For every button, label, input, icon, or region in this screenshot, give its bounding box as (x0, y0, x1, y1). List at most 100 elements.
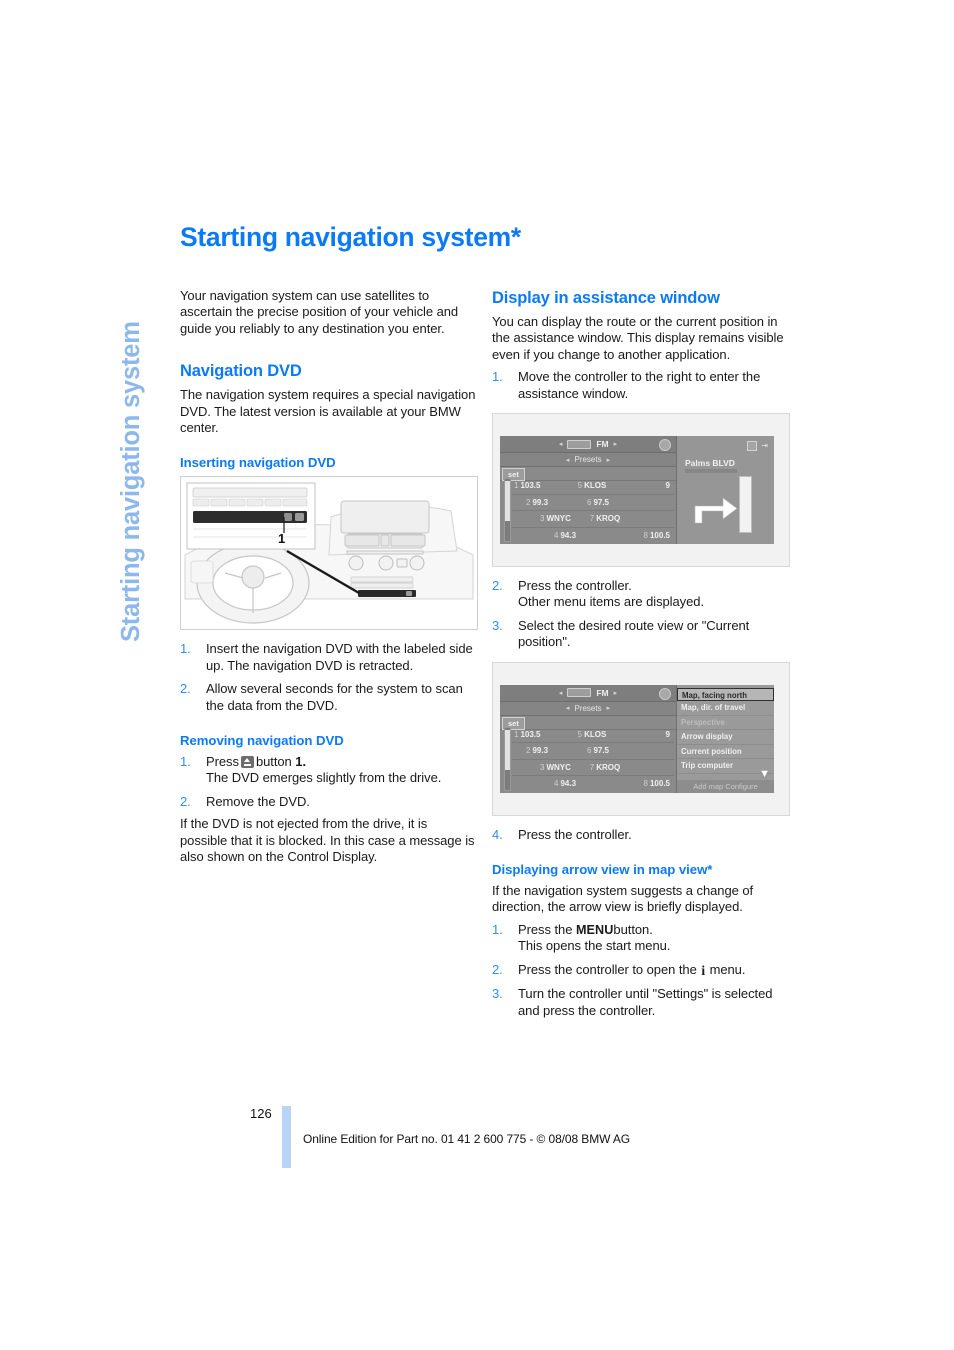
scrollbar[interactable] (504, 726, 511, 791)
menu-footer-label: Add map Configure (677, 779, 774, 793)
figure-callout-1: 1 (278, 531, 286, 547)
preset-list: 1 103.5 5 KLOS 9 2 99.3 6 97.5 3 WNYC 7 KROQ (512, 727, 674, 792)
removing-dvd-heading: Removing navigation DVD (180, 733, 344, 749)
assistance-street-name: Palms BLVD (685, 458, 735, 469)
inserting-dvd-heading: Inserting navigation DVD (180, 455, 336, 471)
preset-cell[interactable]: 7 KROQ (583, 763, 626, 772)
scrollbar-thumb[interactable] (505, 481, 510, 522)
presets-label: Presets (574, 455, 602, 465)
step-text: Press the controller. (518, 826, 632, 842)
preset-cell[interactable]: 1 103.5 (512, 730, 566, 739)
assistance-window-body: You can display the route or the current… (492, 314, 784, 362)
preset-cell[interactable]: 6 97.5 (574, 498, 622, 507)
scrollbar[interactable] (504, 478, 511, 543)
preset-cell[interactable]: 8 100.5 (612, 779, 674, 788)
preset-cell[interactable]: 5 KLOS (566, 481, 618, 490)
list-item: 1. Press the MENUbutton. This opens the … (492, 922, 788, 955)
menu-button-label: MENU (575, 922, 614, 937)
arrow-view-body: If the navigation system suggests a chan… (492, 883, 754, 915)
preset-list: 1 103.5 5 KLOS 9 2 99.3 6 97.5 3 WNYC 7 KROQ (512, 478, 674, 543)
left-arrow-icon: ◂ (565, 705, 570, 713)
preset-cell[interactable]: 5 KLOS (566, 730, 618, 739)
route-view-menu: Map, facing north Map, dir. of travel Pe… (676, 684, 774, 793)
navigation-dvd-heading: Navigation DVD (180, 362, 302, 381)
step-number: 2. (180, 793, 191, 809)
dashboard-figure: 1 XXXXXXXXX (180, 476, 478, 631)
preset-cell[interactable]: 6 97.5 (574, 746, 622, 755)
preset-cell[interactable]: 3 WNYC (512, 514, 583, 523)
right-arrow-icon: ▸ (613, 689, 618, 697)
band-chip-icon (567, 439, 592, 449)
menu-item-current-position[interactable]: Current position (677, 745, 774, 760)
window-icon (747, 441, 758, 452)
preset-cell-spacer: 9 (665, 729, 670, 739)
preset-cell[interactable]: 4 94.3 (512, 531, 612, 540)
step-text-callout: 1. (295, 754, 307, 770)
step-text: Remove the DVD. (206, 793, 310, 809)
arrow-right-icon: ⇥ (761, 441, 768, 451)
table-row[interactable]: 4 94.3 8 100.5 (512, 776, 674, 792)
step-number: 1. (492, 369, 503, 385)
step-number: 1. (180, 641, 191, 657)
preset-cell[interactable]: 4 94.3 (512, 779, 612, 788)
step-number: 2. (492, 578, 503, 594)
preset-cell[interactable]: 1 103.5 (512, 481, 566, 490)
menu-item-map-facing-north[interactable]: Map, facing north (677, 687, 774, 702)
assistance-steps-group-2: 2. Press the controller. Other menu item… (492, 578, 788, 651)
menu-item-map-dir-of-travel[interactable]: Map, dir. of travel (677, 701, 774, 716)
step-subtext: The DVD emerges slightly from the drive. (206, 770, 442, 786)
running-head: Starting navigation system (108, 252, 154, 642)
step-text: Select the desired route view or "Curren… (518, 617, 750, 650)
right-arrow-icon: ▸ (606, 456, 611, 464)
step-number: 1. (492, 921, 503, 937)
removing-dvd-note: If the DVD is not ejected from the drive… (180, 816, 475, 865)
step-text-pre: Press the (518, 921, 573, 937)
table-row[interactable]: 2 99.3 6 97.5 (512, 743, 674, 760)
info-icon: i (701, 962, 706, 978)
preset-cell[interactable]: 2 99.3 (512, 498, 574, 507)
dashboard-illustration (181, 477, 477, 630)
table-row[interactable]: 4 94.3 8 100.5 (512, 528, 674, 544)
step-text: Turn the controller until "Settings" is … (518, 986, 773, 1018)
radio-topbar: ◂ FM ▸ (500, 684, 676, 702)
page-title: Starting navigation system* (180, 222, 521, 252)
step-number: 2. (180, 681, 191, 697)
lock-icon (659, 687, 671, 700)
chevron-down-icon[interactable]: ▼ (759, 768, 770, 779)
preset-cell[interactable]: 3 WNYC (512, 763, 583, 772)
list-item: 3. Turn the controller until "Settings" … (492, 986, 788, 1019)
arrow-view-steps: 1. Press the MENUbutton. This opens the … (492, 922, 788, 1019)
step-text: Allow several seconds for the system to … (206, 681, 463, 713)
removing-dvd-steps: 1. Press button 1. The DVD emerges slight… (180, 754, 476, 810)
step-text: Move the controller to the right to ente… (518, 369, 761, 401)
scrollbar-thumb[interactable] (505, 729, 510, 770)
eject-icon (240, 756, 254, 769)
menu-item-perspective[interactable]: Perspective (677, 716, 774, 731)
table-row[interactable]: 3 WNYC 7 KROQ (512, 511, 674, 528)
table-row[interactable]: 1 103.5 5 KLOS 9 (512, 727, 674, 744)
preset-cell[interactable]: 8 100.5 (612, 531, 674, 540)
preset-cell[interactable]: 2 99.3 (512, 746, 574, 755)
table-row[interactable]: 1 103.5 5 KLOS 9 (512, 478, 674, 495)
footer-accent-bar (282, 1106, 291, 1168)
presets-bar: ◂ Presets ▸ (500, 701, 676, 716)
list-item: 1. Insert the navigation DVD with the la… (180, 641, 476, 674)
table-row[interactable]: 3 WNYC 7 KROQ (512, 760, 674, 777)
step-subtext: This opens the start menu. (518, 938, 671, 954)
control-display-figure-2: ◂ FM ▸ ◂ Presets ▸ set 1 103.5 5 KLOS 9 … (492, 661, 790, 816)
step-number: 1. (180, 754, 191, 770)
route-view-menu-pane: Map, facing north Map, dir. of travel Pe… (676, 684, 774, 793)
preset-cell[interactable]: 7 KROQ (583, 514, 626, 523)
list-item: 1. Move the controller to the right to e… (492, 369, 788, 402)
radio-band-label: FM (596, 687, 609, 698)
assistance-window-heading: Display in assistance window (492, 289, 720, 307)
step-text-post: menu. (709, 961, 746, 977)
list-item: 2. Press the controller. Other menu item… (492, 578, 788, 611)
radio-topbar: ◂ FM ▸ (500, 436, 676, 454)
menu-item-arrow-display[interactable]: Arrow display (677, 730, 774, 745)
right-arrow-icon: ▸ (613, 441, 618, 449)
step-number: 3. (492, 617, 503, 633)
intro-paragraph: Your navigation system can use satellite… (180, 288, 459, 336)
step-text-button: button (255, 754, 292, 770)
table-row[interactable]: 2 99.3 6 97.5 (512, 495, 674, 512)
